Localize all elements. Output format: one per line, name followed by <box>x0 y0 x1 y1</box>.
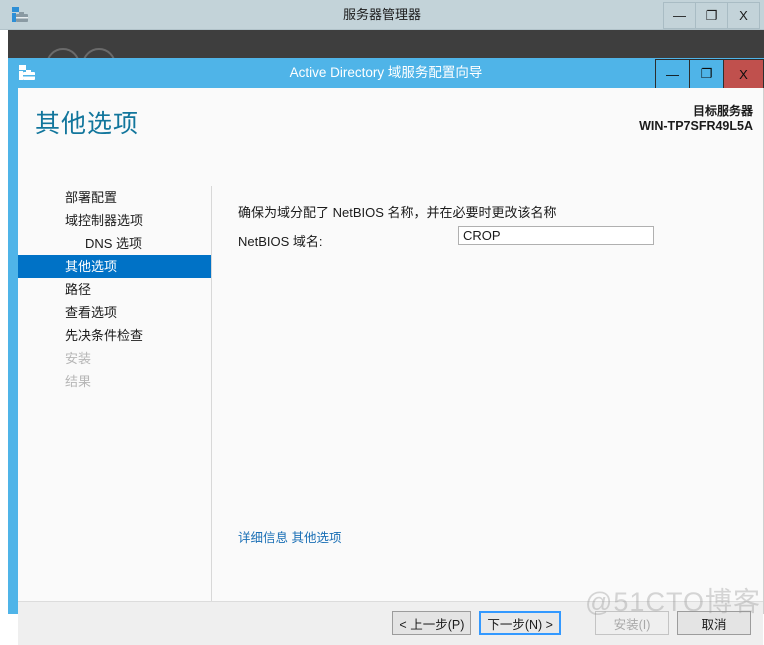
maximize-icon[interactable]: ❐ <box>689 59 724 89</box>
page-title: 其他选项 <box>35 110 140 138</box>
minimize-icon[interactable]: — <box>655 59 690 89</box>
ad-ds-configuration-wizard: Active Directory 域服务配置向导 — ❐ X 其他选项 目标服务… <box>8 58 764 645</box>
server-manager-title: 服务器管理器 <box>342 7 421 22</box>
target-server-name: WIN-TP7SFR49L5A <box>639 119 753 133</box>
more-options-link[interactable]: 其他选项 <box>292 531 342 545</box>
maximize-icon[interactable]: ❐ <box>695 2 728 29</box>
sidebar-item-deployment-config[interactable]: 部署配置 <box>18 186 211 209</box>
close-icon[interactable]: X <box>727 2 760 29</box>
details-link[interactable]: 详细信息 <box>238 531 288 545</box>
wizard-navigation: 部署配置 域控制器选项 DNS 选项 其他选项 路径 查看选项 先决条件检查 安… <box>18 186 211 393</box>
wizard-body: 其他选项 目标服务器 WIN-TP7SFR49L5A 部署配置 域控制器选项 D… <box>18 88 764 645</box>
footer-button-group: < 上一步(P) 下一步(N) > 安装(I) 取消 <box>384 611 751 635</box>
install-button: 安装(I) <box>595 611 669 635</box>
wizard-content: 确保为域分配了 NetBIOS 名称，并在必要时更改该名称 NetBIOS 域名… <box>212 186 763 601</box>
sidebar-item-prerequisites-check[interactable]: 先决条件检查 <box>18 324 211 347</box>
content-description: 确保为域分配了 NetBIOS 名称，并在必要时更改该名称 <box>238 205 557 220</box>
wizard-footer: < 上一步(P) 下一步(N) > 安装(I) 取消 <box>18 601 763 645</box>
target-server-label: 目标服务器 <box>692 104 753 118</box>
netbios-domain-input[interactable] <box>458 226 654 245</box>
sidebar-item-installation: 安装 <box>65 351 92 366</box>
previous-button[interactable]: < 上一步(P) <box>392 611 472 635</box>
close-icon[interactable]: X <box>723 59 764 89</box>
minimize-icon[interactable]: — <box>663 2 696 29</box>
server-manager-window-controls: — ❐ X <box>663 2 760 29</box>
wizard-titlebar: Active Directory 域服务配置向导 — ❐ X <box>8 58 764 89</box>
wizard-header: 其他选项 目标服务器 WIN-TP7SFR49L5A <box>18 88 763 160</box>
sidebar-item-domain-controller-options[interactable]: 域控制器选项 <box>18 209 211 232</box>
wizard-title: Active Directory 域服务配置向导 <box>289 65 483 80</box>
sidebar-item-review-options[interactable]: 查看选项 <box>18 301 211 324</box>
content-links: 详细信息 其他选项 <box>238 527 342 546</box>
sidebar-item-additional-options[interactable]: 其他选项 <box>18 255 211 278</box>
next-button[interactable]: 下一步(N) > <box>479 611 561 635</box>
netbios-domain-label: NetBIOS 域名: <box>238 234 323 249</box>
cancel-button[interactable]: 取消 <box>677 611 751 635</box>
sidebar-item-dns-options[interactable]: DNS 选项 <box>18 232 211 255</box>
wizard-window-controls: — ❐ X <box>655 59 764 89</box>
sidebar-item-paths[interactable]: 路径 <box>18 278 211 301</box>
wizard-accent-stripe <box>8 88 18 614</box>
sidebar-item-results: 结果 <box>65 374 92 389</box>
server-manager-titlebar: 服务器管理器 — ❐ X <box>0 0 764 30</box>
